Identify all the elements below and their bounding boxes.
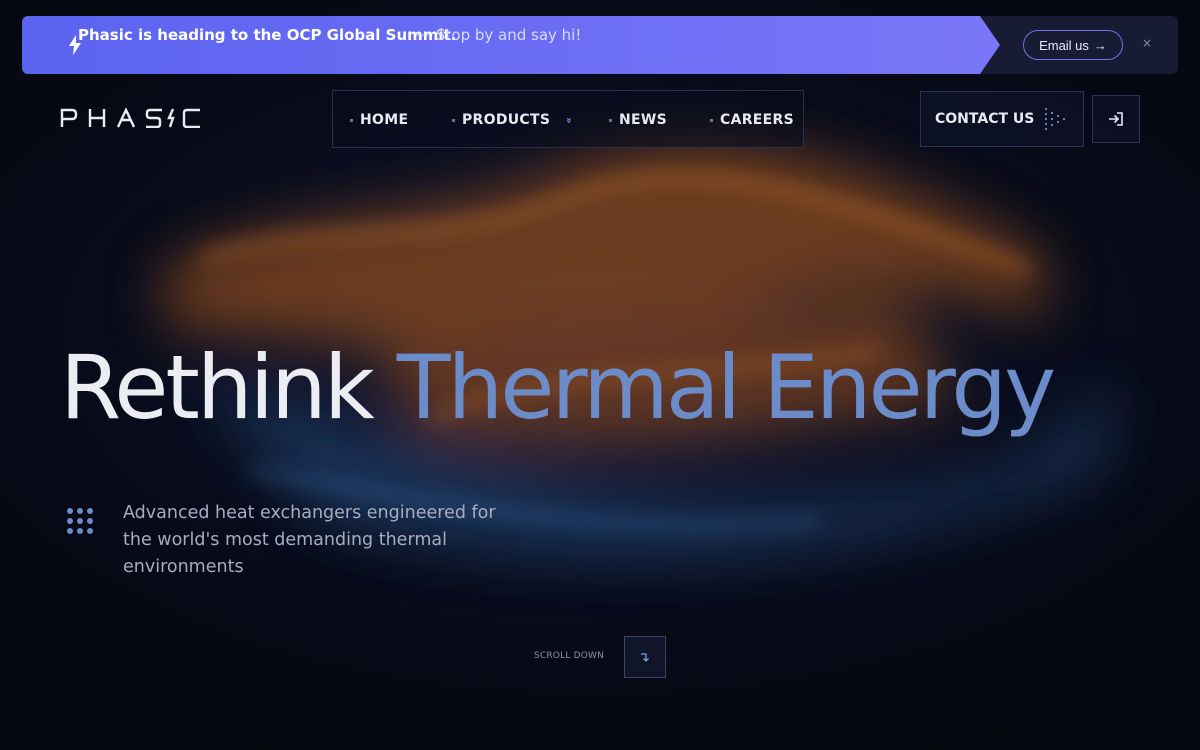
dot-grid-icon <box>67 508 93 534</box>
nav-item-news[interactable]: NEWS <box>609 91 667 149</box>
announcement-separator: — <box>415 27 429 43</box>
hero-headline-accent: Thermal Energy <box>396 336 1056 439</box>
arrow-down-right-icon <box>641 653 649 662</box>
nav-item-careers[interactable]: CAREERS <box>710 91 794 149</box>
email-us-button[interactable]: Email us → <box>1023 30 1123 60</box>
close-icon[interactable]: × <box>1142 36 1152 50</box>
phasic-logo[interactable] <box>60 108 202 128</box>
announcement-highlight <box>22 16 1000 74</box>
dotted-arrow-icon <box>1045 108 1065 130</box>
nav-bullet-icon <box>609 118 612 122</box>
nav-item-products[interactable]: PRODUCTS » <box>452 91 574 149</box>
announcement-bar <box>22 16 1178 74</box>
hero-description: Advanced heat exchangers engineered for … <box>123 503 496 577</box>
contact-us-label: CONTACT US <box>935 111 1035 127</box>
arrow-right-icon: → <box>1093 37 1107 53</box>
nav-item-label: CAREERS <box>720 112 794 128</box>
scroll-down-label: SCROLL DOWN <box>534 651 605 661</box>
nav-item-label: NEWS <box>619 112 668 128</box>
announcement-headline: Phasic is heading to the OCP Global Summ… <box>78 26 457 44</box>
nav-bullet-icon <box>452 118 455 122</box>
email-us-label: Email us <box>1039 37 1089 53</box>
contact-us-button[interactable]: CONTACT US <box>920 91 1084 147</box>
announcement-message: Stop by and say hi! <box>436 26 582 44</box>
nav-item-label: HOME <box>360 112 409 128</box>
login-icon <box>1109 112 1123 126</box>
nav-item-home[interactable]: HOME <box>350 91 408 149</box>
hero-headline-primary: Rethink <box>60 336 375 439</box>
main-nav: HOME PRODUCTS » NEWS CAREERS <box>332 90 804 148</box>
hero-headline: Rethink Thermal Energy <box>60 339 1056 437</box>
page: Phasic is heading to the OCP Global Summ… <box>0 0 1200 750</box>
nav-item-label: PRODUCTS <box>462 112 551 128</box>
nav-bullet-icon <box>710 118 713 122</box>
scroll-down-button[interactable] <box>624 636 666 678</box>
nav-bullet-icon <box>350 118 353 122</box>
login-button[interactable] <box>1092 95 1140 143</box>
chevron-down-icon[interactable]: » <box>563 117 574 124</box>
